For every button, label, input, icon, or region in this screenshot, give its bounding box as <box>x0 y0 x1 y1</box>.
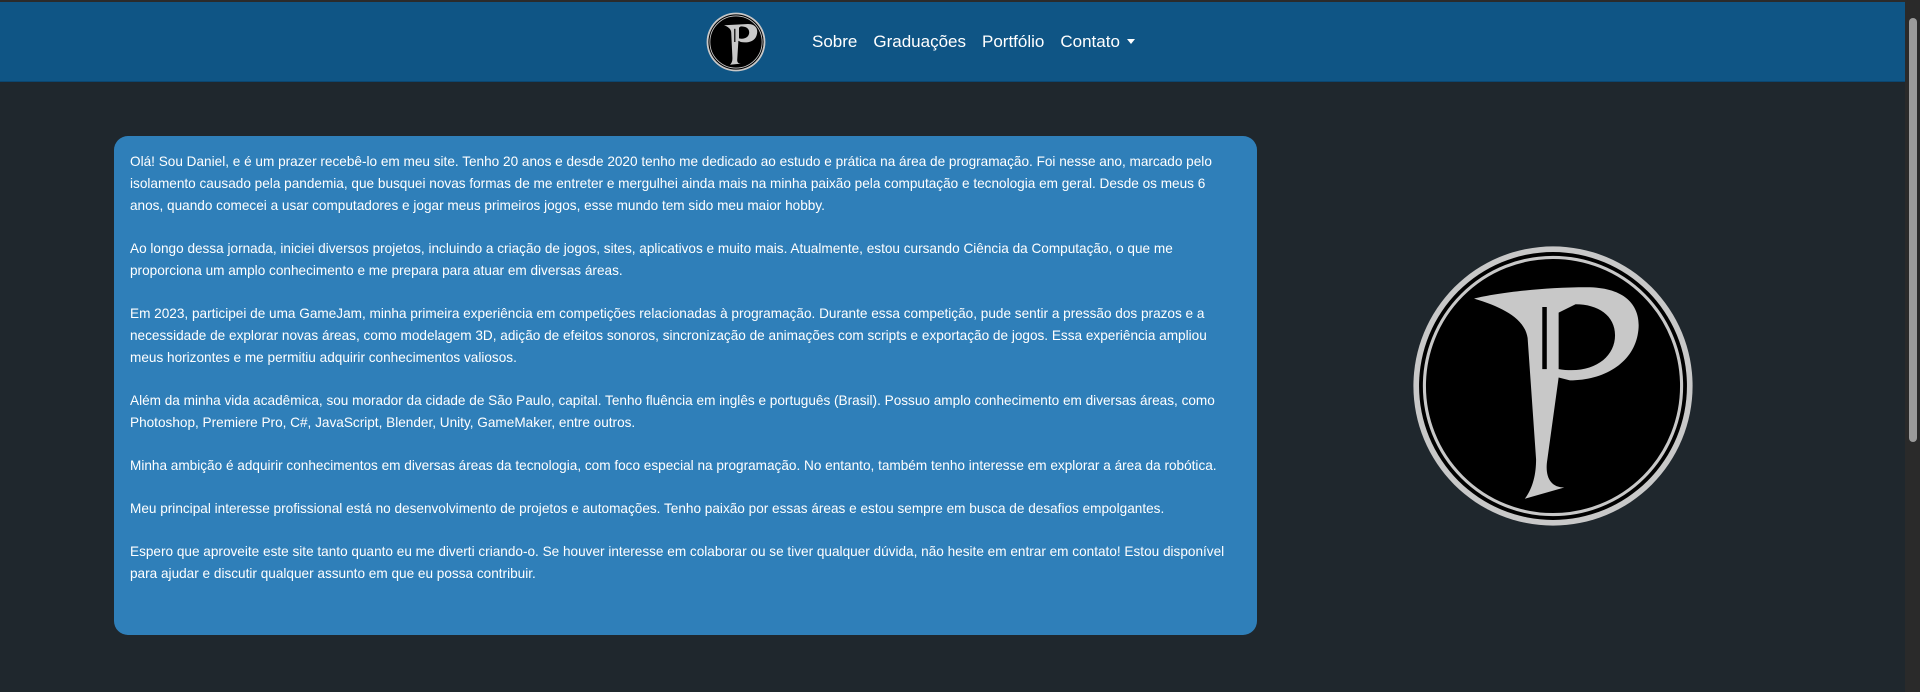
about-paragraph: Meu principal interesse profissional est… <box>130 501 1165 516</box>
profile-p-logo <box>1413 246 1693 526</box>
about-paragraph: Ao longo dessa jornada, iniciei diversos… <box>130 241 1173 278</box>
scrollbar[interactable] <box>1905 0 1920 692</box>
nav-item-label: Portfólio <box>982 31 1045 51</box>
about-paragraph: Em 2023, participei de uma GameJam, minh… <box>130 306 1207 365</box>
page: Sobre Graduações Portfólio Contato Olá! … <box>0 0 1920 692</box>
nav-item-label: Contato <box>1060 31 1120 51</box>
about-paragraph: Além da minha vida acadêmica, sou morado… <box>130 393 1215 430</box>
nav-item-label: Graduações <box>873 31 966 51</box>
p-logo-icon[interactable] <box>706 12 766 72</box>
nav-item-sobre[interactable]: Sobre <box>812 32 865 52</box>
nav-item-portfolio[interactable]: Portfólio <box>974 32 1052 52</box>
nav-item-graduacoes[interactable]: Graduações <box>865 32 974 52</box>
nav-links: Sobre Graduações Portfólio Contato <box>812 2 1143 81</box>
nav-item-contato-dropdown[interactable]: Contato <box>1052 32 1143 52</box>
scrollbar-thumb[interactable] <box>1909 18 1917 442</box>
nav-item-label: Sobre <box>812 31 858 51</box>
navbar: Sobre Graduações Portfólio Contato <box>0 2 1905 82</box>
about-paragraph: Minha ambição é adquirir conhecimentos e… <box>130 458 1217 473</box>
chevron-down-icon <box>1126 38 1135 44</box>
about-card: Olá! Sou Daniel, e é um prazer recebê-lo… <box>114 136 1257 635</box>
about-paragraph: Olá! Sou Daniel, e é um prazer recebê-lo… <box>130 154 1212 213</box>
about-paragraph: Espero que aproveite este site tanto qua… <box>130 544 1225 581</box>
